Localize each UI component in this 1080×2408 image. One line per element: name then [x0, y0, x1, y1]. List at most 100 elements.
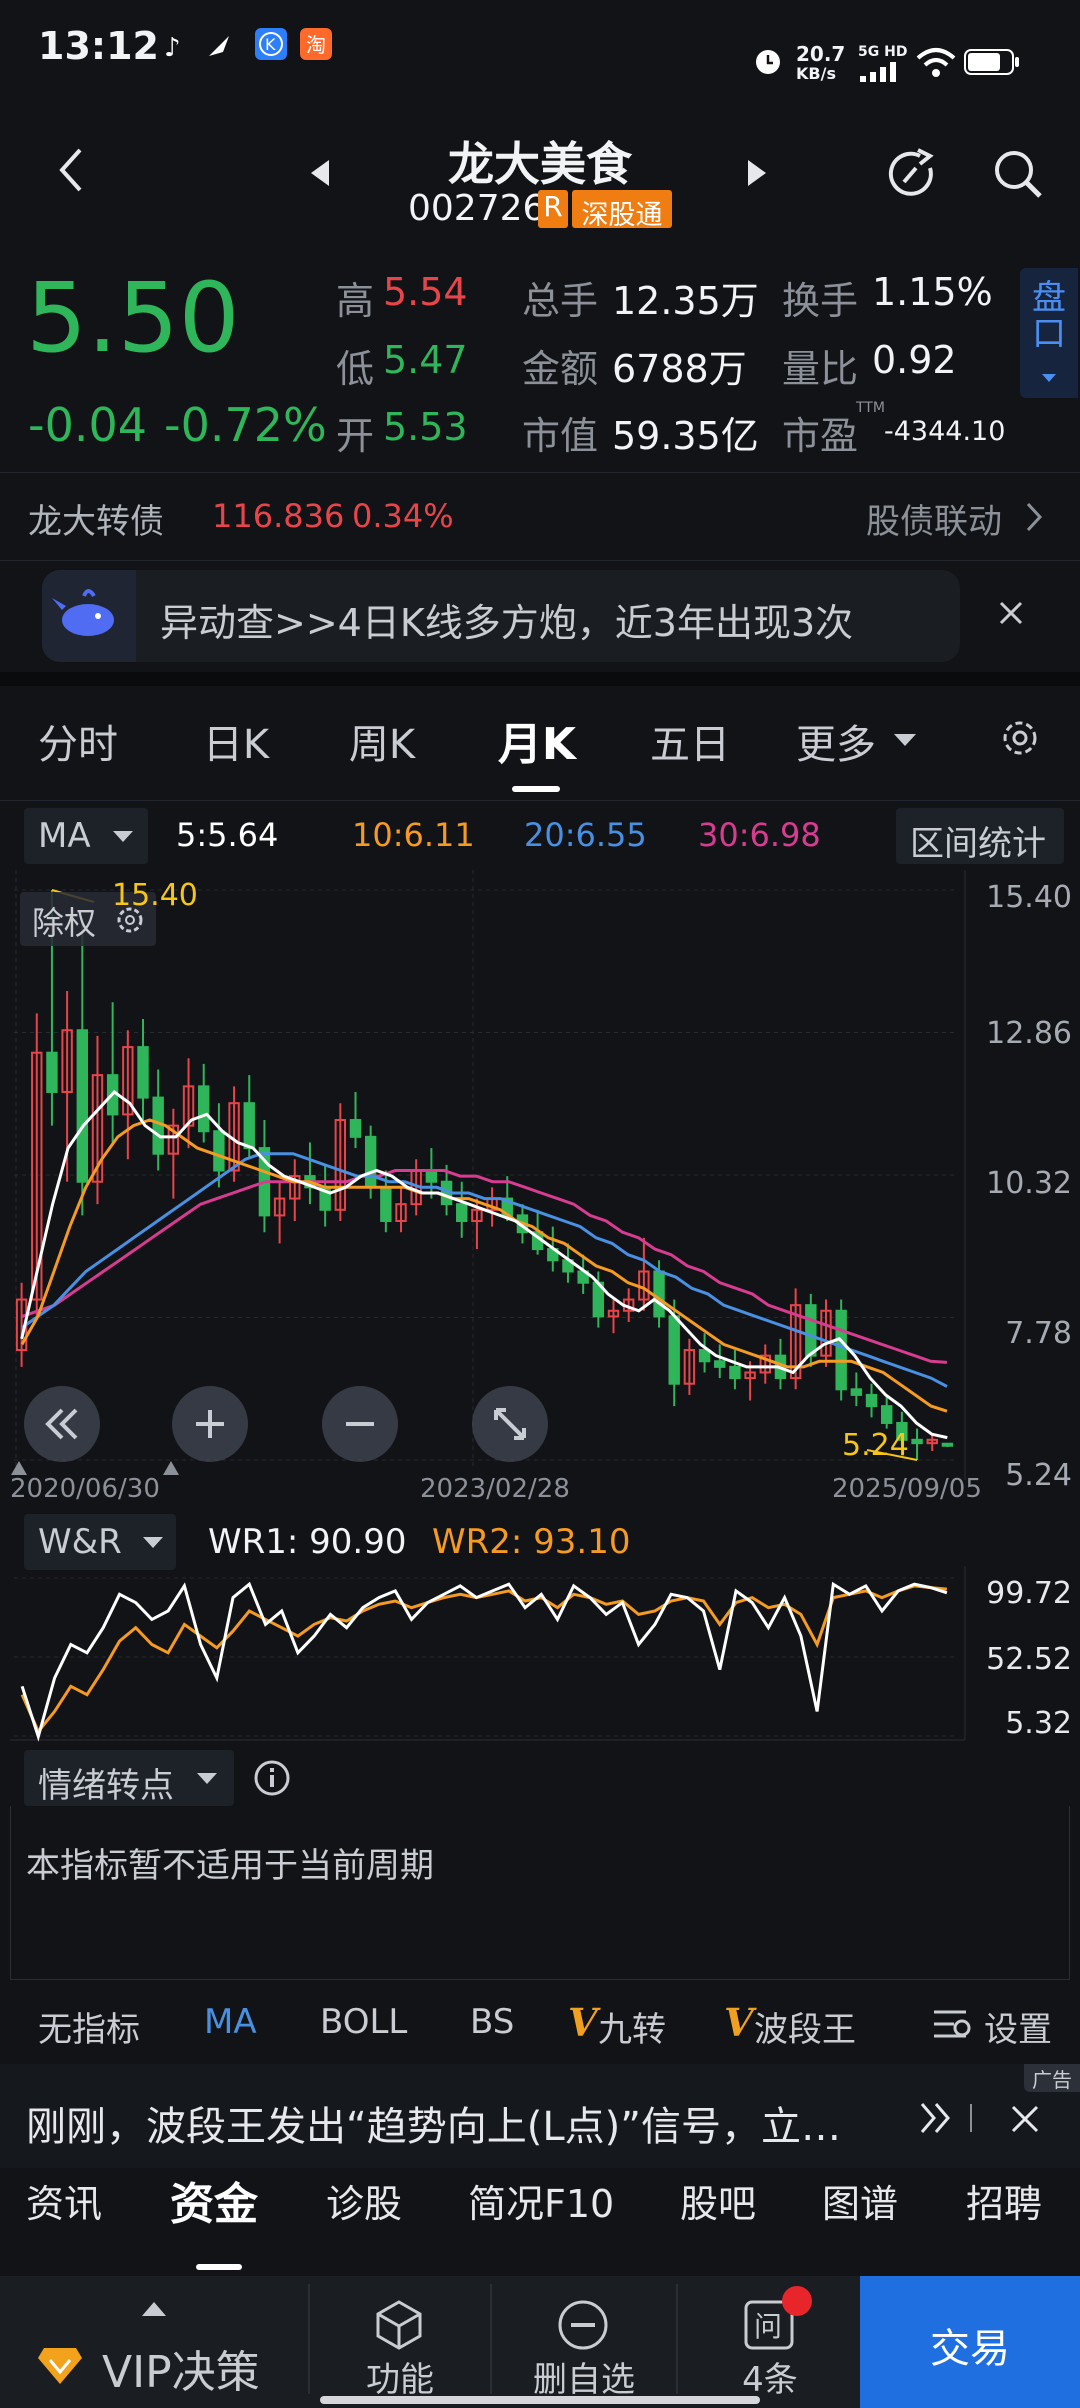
- indicator-none[interactable]: 无指标: [38, 2002, 140, 2051]
- indicator-bs[interactable]: BS: [470, 2002, 514, 2042]
- indicator-boll[interactable]: BOLL: [320, 2002, 407, 2042]
- date-left: 2020/06/30: [10, 1474, 160, 1504]
- ad-badge: 广告: [1024, 2064, 1080, 2092]
- bottom-tab-funds[interactable]: 资金: [170, 2168, 258, 2232]
- back-icon[interactable]: [50, 144, 94, 196]
- stock-name: 龙大美食: [448, 137, 632, 191]
- ad-close-icon[interactable]: [1010, 2104, 1040, 2134]
- indicator-jiuzhuan[interactable]: 九转: [598, 2002, 666, 2051]
- remove-watchlist-label[interactable]: 删自选: [520, 2352, 648, 2401]
- function-label[interactable]: 功能: [340, 2352, 460, 2401]
- side-panel-tab[interactable]: 盘口: [1020, 268, 1078, 398]
- svg-text:K: K: [265, 35, 276, 54]
- ma5-value: 5:5.64: [176, 816, 279, 854]
- bottom-tab-jobs[interactable]: 招聘: [966, 2173, 1042, 2228]
- refresh-icon[interactable]: [884, 146, 940, 202]
- v-icon: V: [568, 2000, 598, 2045]
- ma-selector[interactable]: MA: [24, 808, 148, 864]
- expand-up-icon[interactable]: [140, 2300, 168, 2318]
- zoom-in-button[interactable]: [172, 1386, 248, 1462]
- chevron-down-icon: [113, 831, 133, 842]
- bottom-tab-diagnose[interactable]: 诊股: [326, 2173, 402, 2228]
- bottom-tab-f10[interactable]: 简况F10: [468, 2173, 614, 2228]
- vip-decision[interactable]: VIP决策: [102, 2336, 260, 2400]
- search-icon[interactable]: [990, 146, 1046, 202]
- candle-body: [364, 1135, 377, 1189]
- net-type: 5G HD: [858, 44, 908, 60]
- zoom-out-button[interactable]: [322, 1386, 398, 1462]
- emotion-panel: [10, 1806, 1070, 1980]
- badge-connect: 深股通: [572, 190, 672, 231]
- ma10-line: [20, 1118, 948, 1413]
- wr-selector-label: W&R: [38, 1522, 122, 1562]
- tab-more[interactable]: 更多: [796, 712, 906, 770]
- wr-selector[interactable]: W&R: [24, 1514, 176, 1570]
- bottom-tab-forum[interactable]: 股吧: [680, 2173, 756, 2228]
- candle-body: [880, 1405, 893, 1424]
- bottom-tab-indicator: [196, 2264, 242, 2270]
- tab-weekly-k[interactable]: 周K: [312, 712, 452, 770]
- volume-label: 总手: [522, 279, 599, 323]
- pe-ttm: TTM: [856, 400, 885, 416]
- indicator-ma[interactable]: MA: [204, 2002, 257, 2042]
- bottom-tab-graph[interactable]: 图谱: [822, 2173, 898, 2228]
- ad-text: 刚刚，波段王发出“趋势向上(L点)”信号，立…: [26, 2104, 841, 2150]
- min-price-label: 5.24: [842, 1428, 909, 1463]
- fullscreen-button[interactable]: [472, 1386, 548, 1462]
- prev-stock-icon[interactable]: [305, 156, 335, 190]
- emotion-selector[interactable]: 情绪转点: [24, 1750, 234, 1806]
- chevron-down-icon: [143, 1537, 163, 1548]
- cap-label: 市值: [522, 414, 599, 458]
- wr1-value: WR1: 90.90: [208, 1522, 407, 1562]
- vol-ratio-label: 量比: [782, 347, 859, 391]
- price-change: -0.04: [28, 398, 148, 452]
- settings-list-icon[interactable]: [930, 2004, 974, 2044]
- tab-daily-k[interactable]: 日K: [166, 712, 306, 770]
- tab-intraday[interactable]: 分时: [8, 712, 148, 770]
- wr1-line: [20, 1581, 948, 1742]
- trade-button[interactable]: 交易: [860, 2276, 1080, 2408]
- adjust-label: 除权: [32, 904, 97, 942]
- v-icon: V: [724, 2000, 754, 2045]
- double-chevron-right-icon[interactable]: [918, 2100, 952, 2136]
- ask-count-label[interactable]: 4条: [720, 2352, 820, 2401]
- gear-icon[interactable]: [996, 714, 1044, 762]
- date-right: 2025/09/05: [832, 1474, 982, 1504]
- next-stock-icon[interactable]: [742, 156, 772, 190]
- info-icon[interactable]: [252, 1758, 292, 1798]
- range-stats-button[interactable]: 区间统计: [896, 808, 1064, 864]
- marker-triangle-icon: [162, 1460, 180, 1476]
- chevron-right-icon[interactable]: [1022, 500, 1046, 534]
- cube-icon[interactable]: [370, 2296, 428, 2354]
- indicator-settings[interactable]: 设置: [984, 2002, 1052, 2051]
- candle-body: [46, 1051, 58, 1093]
- alert-close-icon[interactable]: [996, 598, 1026, 628]
- tab-five-day[interactable]: 五日: [620, 712, 760, 770]
- emotion-selector-label: 情绪转点: [38, 1766, 174, 1806]
- bottom-tab-news[interactable]: 资讯: [26, 2173, 102, 2228]
- candle-body: [941, 1442, 954, 1447]
- tab-monthly-k[interactable]: 月K: [467, 708, 607, 772]
- wr-tick-2: 5.32: [1005, 1706, 1072, 1741]
- bond-link[interactable]: 股债联动: [866, 494, 1002, 543]
- feather-icon: [205, 32, 233, 60]
- candle-body: [805, 1304, 817, 1357]
- indicator-boduan[interactable]: 波段王: [754, 2002, 856, 2051]
- remove-watchlist-icon[interactable]: [554, 2296, 612, 2354]
- status-time: 13:12: [38, 24, 159, 68]
- tab-active-indicator: [512, 786, 560, 792]
- svg-text:问: 问: [754, 2310, 782, 2343]
- turnover-label: 换手: [782, 279, 859, 323]
- pe-value: -4344.10: [884, 416, 1006, 447]
- bond-name[interactable]: 龙大转债: [28, 494, 164, 543]
- wr-tick-0: 99.72: [986, 1576, 1072, 1611]
- wr-chart[interactable]: [0, 1566, 1080, 1746]
- home-indicator: [320, 2396, 760, 2404]
- chevron-down-icon: [197, 1773, 217, 1784]
- max-price-label: 15.40: [112, 878, 198, 913]
- candle-body: [729, 1365, 741, 1380]
- rewind-button[interactable]: [24, 1386, 100, 1462]
- candle-body: [198, 1085, 210, 1133]
- vol-ratio-value: 0.92: [872, 338, 957, 382]
- whale-icon: [42, 570, 136, 662]
